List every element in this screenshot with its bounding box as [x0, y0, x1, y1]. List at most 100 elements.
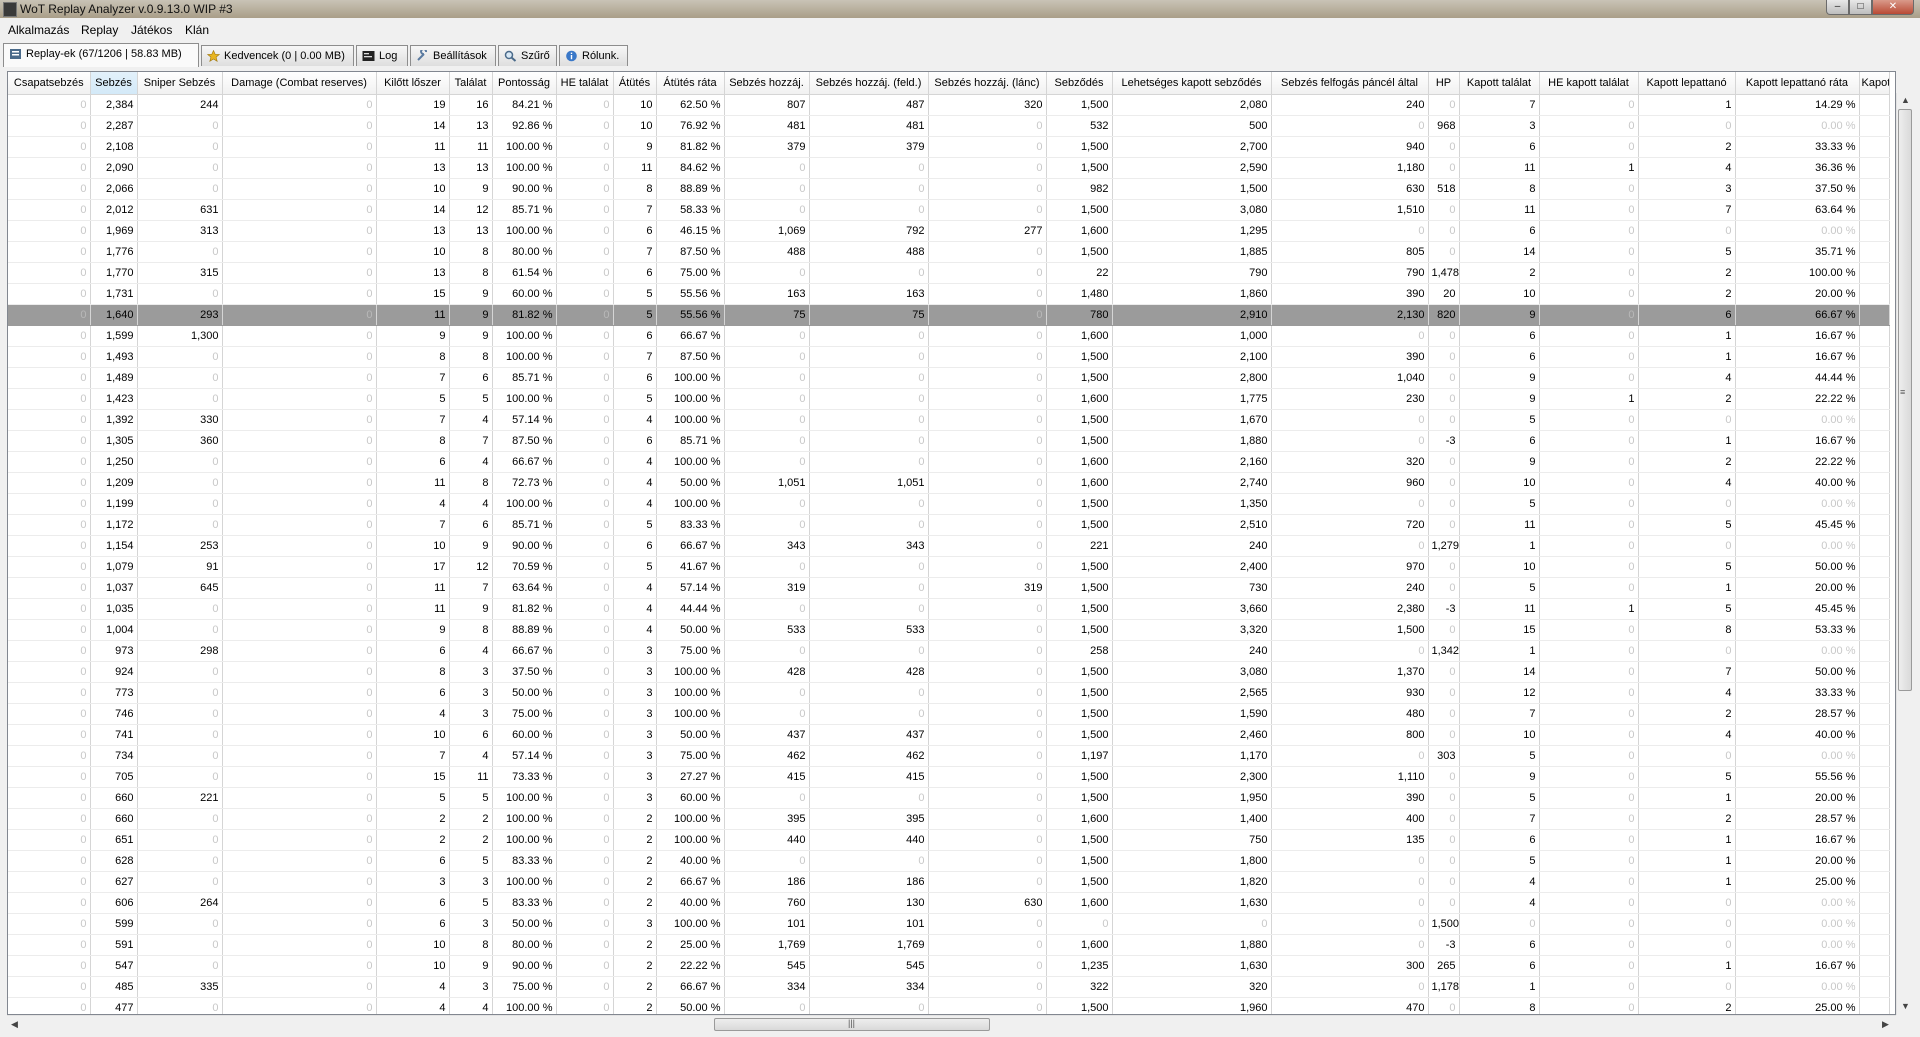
- column-header[interactable]: Sniper Sebzés: [137, 72, 223, 95]
- column-header[interactable]: Sebzés felfogás páncél által: [1271, 72, 1429, 95]
- tab-filter[interactable]: Szűrő: [498, 45, 557, 66]
- column-header[interactable]: Kapott lepattanó: [1638, 72, 1736, 95]
- tab-replays[interactable]: Replay-ek (67/1206 | 58.83 MB): [3, 43, 199, 67]
- table-row[interactable]: 0 651 0 0 2 2 100.00 % 0 2 100.00 % 440 440 0 1,500 75…: [8, 829, 1890, 851]
- table-row[interactable]: 0 1,599 1,300 0 9 9 100.00 % 0 6 66.67 % 0 0 0 1,600 1…: [8, 325, 1890, 347]
- table-row[interactable]: 0 1,037 645 0 11 7 63.64 % 0 4 57.14 % 319 0 319 1,50…: [8, 577, 1890, 599]
- table-row[interactable]: 0 2,287 0 0 14 13 92.86 % 0 10 76.92 % 481 481 0 532 5…: [8, 115, 1890, 137]
- table-cell: 0: [928, 283, 1047, 305]
- table-row[interactable]: 0 1,489 0 0 7 6 85.71 % 0 6 100.00 % 0 0 0 1,500 2,800…: [8, 367, 1890, 389]
- column-header[interactable]: Csapatsebzés: [8, 72, 91, 95]
- table-cell: 265: [1428, 955, 1460, 977]
- column-header[interactable]: Sebződés: [1046, 72, 1113, 95]
- table-row[interactable]: 0 1,079 91 0 17 12 70.59 % 0 5 41.67 % 0 0 0 1,500 2,4…: [8, 556, 1890, 578]
- column-header[interactable]: Lehetséges kapott sebződés: [1112, 72, 1272, 95]
- table-row[interactable]: 0 1,731 0 0 15 9 60.00 % 0 5 55.56 % 163 163 0 1,480 1…: [8, 283, 1890, 305]
- column-header[interactable]: Sebzés hozzáj. (lánc): [928, 72, 1047, 95]
- table-row[interactable]: 0 1,004 0 0 9 8 88.89 % 0 4 50.00 % 533 533 0 1,500 3,…: [8, 619, 1890, 641]
- table-cell: 25.00 %: [1735, 871, 1860, 893]
- menu-alkalmazas[interactable]: Alkalmazás: [8, 23, 69, 37]
- app-icon: [3, 2, 17, 17]
- scroll-left-arrow-icon[interactable]: ◀: [11, 1019, 18, 1030]
- table-row[interactable]: 0 1,770 315 0 13 8 61.54 % 0 6 75.00 % 0 0 0 22 790 790…: [8, 262, 1890, 284]
- column-header[interactable]: Kapott lepattanó ráta: [1735, 72, 1860, 95]
- maximize-button[interactable]: □: [1849, 0, 1872, 15]
- tab-settings[interactable]: Beállítások: [410, 45, 496, 66]
- vertical-scroll-thumb[interactable]: [1898, 109, 1912, 691]
- table-row[interactable]: 0 1,305 360 0 8 7 87.50 % 0 6 85.71 % 0 0 0 1,500 1,88…: [8, 430, 1890, 452]
- scroll-down-arrow-icon[interactable]: ▼: [1901, 1001, 1910, 1011]
- tab-log[interactable]: Log: [356, 45, 408, 66]
- table-row[interactable]: 0 1,154 253 0 10 9 90.00 % 0 6 66.67 % 343 343 0 221 2…: [8, 535, 1890, 557]
- close-button[interactable]: ✕: [1872, 0, 1914, 15]
- column-header[interactable]: Damage (Combat reserves): [222, 72, 377, 95]
- column-header[interactable]: HE kapott találat: [1539, 72, 1639, 95]
- table-row[interactable]: 0 591 0 0 10 8 80.00 % 0 2 25.00 % 1,769 1,769 0 1,60…: [8, 934, 1890, 956]
- column-header[interactable]: Sebzés hozzáj. (feld.): [809, 72, 929, 95]
- table-row[interactable]: 0 627 0 0 3 3 100.00 % 0 2 66.67 % 186 186 0 1,500 1,8…: [8, 871, 1890, 893]
- table-row[interactable]: 0 477 0 0 4 4 100.00 % 0 2 50.00 % 0 0 0 1,500 1,960 47…: [8, 997, 1890, 1014]
- table-cell: 0: [809, 409, 929, 431]
- column-header[interactable]: Sebzés: [90, 72, 138, 95]
- table-row[interactable]: 0 2,384 244 0 19 16 84.21 % 0 10 62.50 % 807 487 320…: [8, 94, 1890, 116]
- vertical-scrollbar[interactable]: ▲ ≡ ▼: [1896, 93, 1914, 1015]
- table-row[interactable]: 0 734 0 0 7 4 57.14 % 0 3 75.00 % 462 462 0 1,197 1,17…: [8, 745, 1890, 767]
- column-header[interactable]: Találat: [449, 72, 493, 95]
- table-row[interactable]: 0 2,066 0 0 10 9 90.00 % 0 8 88.89 % 0 0 0 982 1,500 63…: [8, 178, 1890, 200]
- table-row[interactable]: 0 2,090 0 0 13 13 100.00 % 0 11 84.62 % 0 0 0 1,500 2,…: [8, 157, 1890, 179]
- scroll-up-arrow-icon[interactable]: ▲: [1901, 95, 1910, 105]
- column-header[interactable]: Kilőtt lőszer: [376, 72, 450, 95]
- tab-favorites[interactable]: Kedvencek (0 | 0.00 MB): [201, 45, 354, 66]
- column-header[interactable]: Átütés: [613, 72, 657, 95]
- table-row[interactable]: 0 1,035 0 0 11 9 81.82 % 0 4 44.44 % 0 0 0 1,500 3,660…: [8, 598, 1890, 620]
- column-header[interactable]: Sebzés hozzáj.: [724, 72, 810, 95]
- column-header[interactable]: HP: [1428, 72, 1460, 95]
- menu-klan[interactable]: Klán: [185, 23, 209, 37]
- table-row[interactable]: 0 705 0 0 15 11 73.33 % 0 3 27.27 % 415 415 0 1,500 2,…: [8, 766, 1890, 788]
- table-cell: 0: [8, 997, 91, 1014]
- table-row[interactable]: 0 1,423 0 0 5 5 100.00 % 0 5 100.00 % 0 0 0 1,600 1,77…: [8, 388, 1890, 410]
- table-row[interactable]: 0 2,108 0 0 11 11 100.00 % 0 9 81.82 % 379 379 0 1,50…: [8, 136, 1890, 158]
- replay-grid[interactable]: Csapatsebzés Sebzés Sniper Sebzés Damage (C…: [7, 71, 1896, 1015]
- table-row[interactable]: 0 973 298 0 6 4 66.67 % 0 3 75.00 % 0 0 0 258 240 0 1,34…: [8, 640, 1890, 662]
- horizontal-scrollbar[interactable]: ◀ ||| ▶: [7, 1015, 1896, 1033]
- table-row[interactable]: 0 628 0 0 6 5 83.33 % 0 2 40.00 % 0 0 0 1,500 1,800 0 0 5…: [8, 850, 1890, 872]
- table-row[interactable]: 0 1,172 0 0 7 6 85.71 % 0 5 83.33 % 0 0 0 1,500 2,510 7…: [8, 514, 1890, 536]
- table-row[interactable]: 0 924 0 0 8 3 37.50 % 0 3 100.00 % 428 428 0 1,500 3,0…: [8, 661, 1890, 683]
- table-row[interactable]: 0 1,250 0 0 6 4 66.67 % 0 4 100.00 % 0 0 0 1,600 2,160…: [8, 451, 1890, 473]
- table-row[interactable]: 0 1,493 0 0 8 8 100.00 % 0 7 87.50 % 0 0 0 1,500 2,100…: [8, 346, 1890, 368]
- table-row[interactable]: 0 606 264 0 6 5 83.33 % 0 2 40.00 % 760 130 630 1,600…: [8, 892, 1890, 914]
- table-row[interactable]: 0 660 221 0 5 5 100.00 % 0 3 60.00 % 0 0 0 1,500 1,950…: [8, 787, 1890, 809]
- table-row[interactable]: 0 2,012 631 0 14 12 85.71 % 0 7 58.33 % 0 0 0 1,500 3,…: [8, 199, 1890, 221]
- table-row[interactable]: 0 773 0 0 6 3 50.00 % 0 3 100.00 % 0 0 0 1,500 2,565 93…: [8, 682, 1890, 704]
- table-cell: 55.56 %: [656, 304, 725, 326]
- column-header[interactable]: Kapot: [1859, 72, 1890, 95]
- tab-about[interactable]: Rólunk.: [559, 45, 628, 66]
- table-cell: 12: [449, 199, 493, 221]
- table-cell: 1,197: [1046, 745, 1113, 767]
- table-row[interactable]: 0 746 0 0 4 3 75.00 % 0 3 100.00 % 0 0 0 1,500 1,590 48…: [8, 703, 1890, 725]
- table-row[interactable]: 0 485 335 0 4 3 75.00 % 0 2 66.67 % 334 334 0 322 320 0…: [8, 976, 1890, 998]
- table-row[interactable]: 0 1,969 313 0 13 13 100.00 % 0 6 46.15 % 1,069 792 2…: [8, 220, 1890, 242]
- table-row[interactable]: 0 599 0 0 6 3 50.00 % 0 3 100.00 % 101 101 0 0 0 0 1,500…: [8, 913, 1890, 935]
- table-row[interactable]: 0 660 0 0 2 2 100.00 % 0 2 100.00 % 395 395 0 1,600 1,…: [8, 808, 1890, 830]
- column-header[interactable]: Átütés ráta: [656, 72, 725, 95]
- table-cell: 100.00 %: [492, 808, 557, 830]
- table-row[interactable]: 0 547 0 0 10 9 90.00 % 0 2 22.22 % 545 545 0 1,235 1,6…: [8, 955, 1890, 977]
- column-header[interactable]: HE találat: [556, 72, 614, 95]
- table-cell: 3: [449, 871, 493, 893]
- column-header[interactable]: Kapott találat: [1459, 72, 1540, 95]
- table-row[interactable]: 0 1,209 0 0 11 8 72.73 % 0 4 50.00 % 1,051 1,051 0 1,…: [8, 472, 1890, 494]
- menu-replay[interactable]: Replay: [81, 23, 118, 37]
- menu-jatekos[interactable]: Játékos: [131, 23, 172, 37]
- table-row[interactable]: 0 1,199 0 0 4 4 100.00 % 0 4 100.00 % 0 0 0 1,500 1,35…: [8, 493, 1890, 515]
- table-cell: 5: [1459, 787, 1540, 809]
- scroll-right-arrow-icon[interactable]: ▶: [1882, 1019, 1889, 1030]
- table-row[interactable]: 0 741 0 0 10 6 60.00 % 0 3 50.00 % 437 437 0 1,500 2,4…: [8, 724, 1890, 746]
- table-row[interactable]: 0 1,776 0 0 10 8 80.00 % 0 7 87.50 % 488 488 0 1,500 1…: [8, 241, 1890, 263]
- table-cell: 4: [1638, 367, 1736, 389]
- table-row[interactable]: 0 1,392 330 0 7 4 57.14 % 0 4 100.00 % 0 0 0 1,500 1,6…: [8, 409, 1890, 431]
- table-row[interactable]: 0 1,640 293 0 11 9 81.82 % 0 5 55.56 % 75 75 0 780 2,9…: [8, 304, 1890, 326]
- column-header[interactable]: Pontosság: [492, 72, 557, 95]
- minimize-button[interactable]: –: [1826, 0, 1849, 15]
